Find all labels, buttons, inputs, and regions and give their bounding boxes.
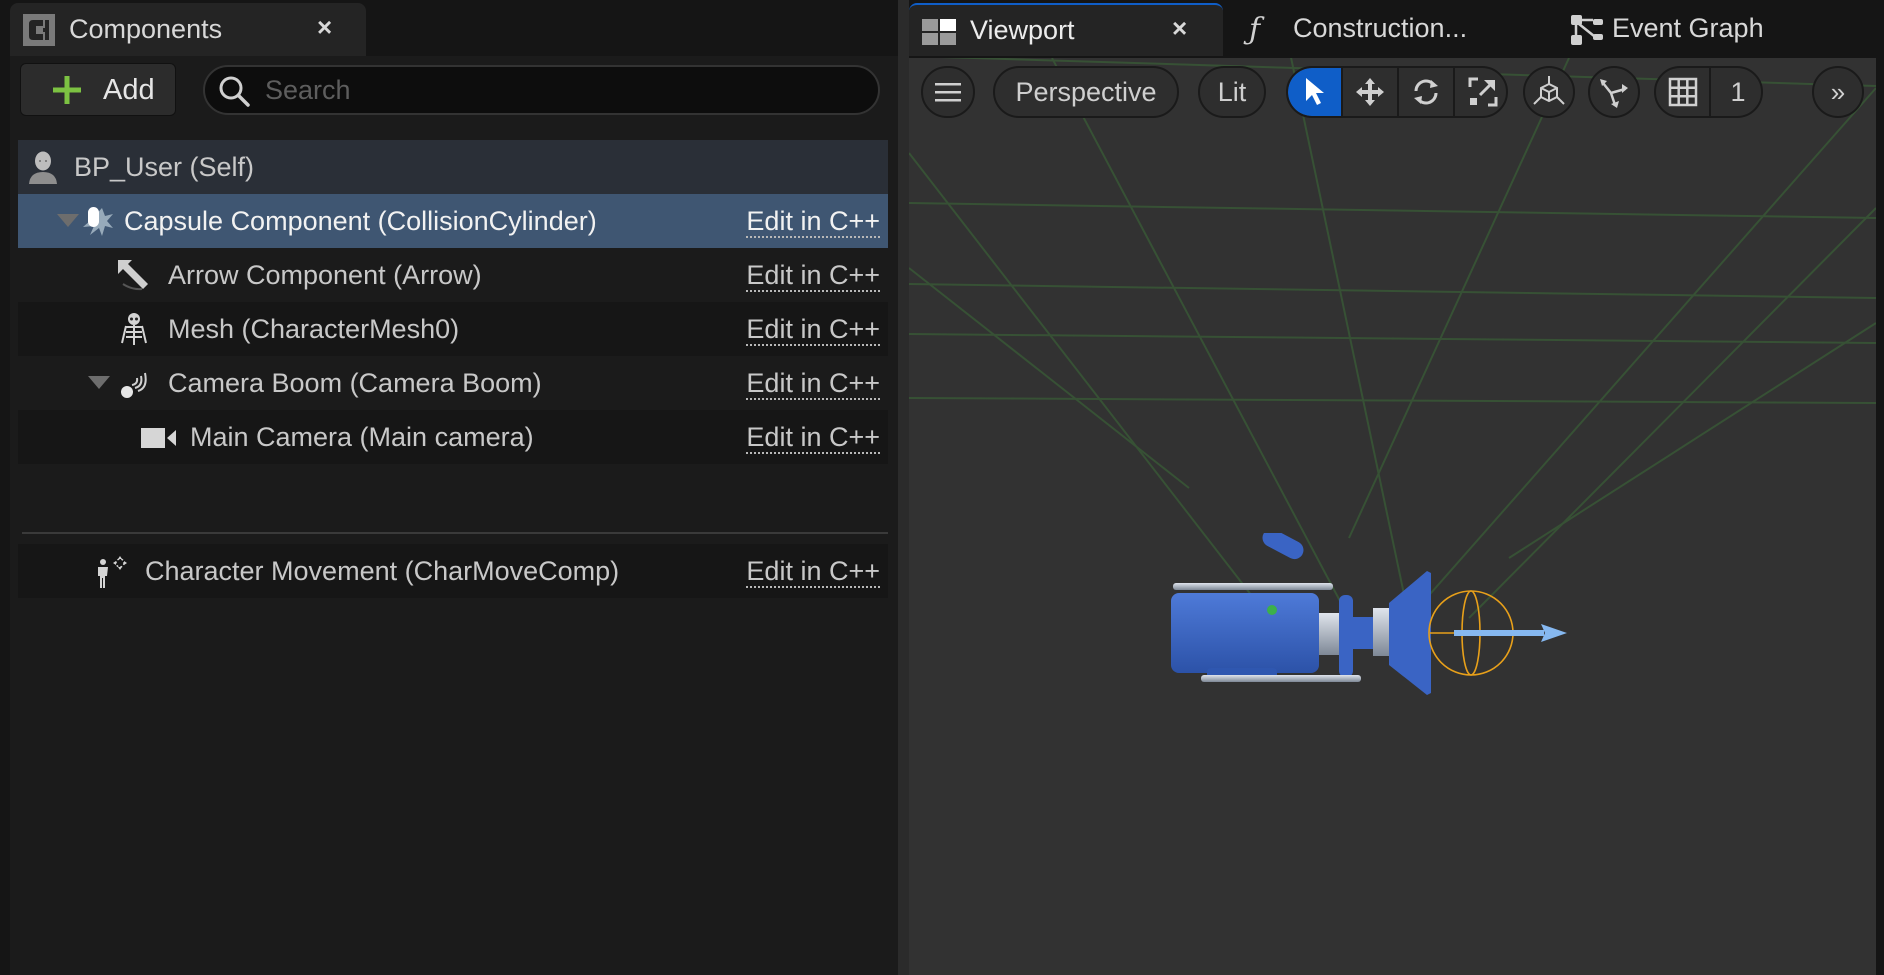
grid-snap-value: 1 xyxy=(1730,76,1746,107)
search-box[interactable] xyxy=(203,65,880,115)
view-mode-perspective-button[interactable]: Perspective xyxy=(993,66,1179,118)
components-toolbar: Add xyxy=(10,56,898,132)
edit-in-cpp-link[interactable]: Edit in C++ xyxy=(746,368,880,400)
skeletal-mesh-icon xyxy=(118,312,152,346)
panel-splitter[interactable] xyxy=(898,0,909,975)
viewport-grid xyxy=(909,58,1876,619)
viewport-canvas[interactable]: Perspective Lit 1 » xyxy=(909,58,1876,975)
tab-components-label: Components xyxy=(69,14,223,44)
edit-in-cpp-link[interactable]: Edit in C++ xyxy=(746,260,880,292)
event-graph-icon xyxy=(1571,15,1605,50)
expand-arrow-icon[interactable] xyxy=(57,214,79,227)
edit-in-cpp-link[interactable]: Edit in C++ xyxy=(746,206,880,238)
tab-viewport-label: Viewport xyxy=(970,15,1075,45)
editor-tab-bar: Viewport × ƒ Construction... Event Graph xyxy=(909,0,1884,58)
grid-snap-group: 1 xyxy=(1654,66,1763,118)
components-panel: Components × Add Search BP_User (Self) C… xyxy=(0,0,898,975)
grid-icon xyxy=(1668,77,1697,107)
capsule-icon xyxy=(80,204,114,238)
edit-in-cpp-link[interactable]: Edit in C++ xyxy=(746,556,880,588)
tree-separator xyxy=(22,532,888,534)
search-input[interactable] xyxy=(265,71,865,109)
forward-arrow-gizmo xyxy=(1454,624,1567,642)
add-component-button[interactable]: Add xyxy=(20,63,176,116)
camera-mesh-preview xyxy=(1171,533,1567,695)
close-tab-button[interactable]: × xyxy=(1172,13,1187,44)
camera-body xyxy=(1171,533,1431,695)
tab-components[interactable]: Components × xyxy=(10,3,366,56)
tab-event-graph-label: Event Graph xyxy=(1612,13,1764,43)
arrow-component-icon xyxy=(116,258,150,292)
scale-mode-button[interactable] xyxy=(1455,68,1506,116)
components-panel-body: Add BP_User (Self) xyxy=(10,56,898,975)
tree-row-main-camera[interactable]: Main Camera (Main camera) Edit in C++ xyxy=(18,410,888,464)
character-icon xyxy=(26,150,60,184)
right-edge-border xyxy=(1876,58,1884,975)
rotate-mode-button[interactable] xyxy=(1399,68,1455,116)
character-movement-icon xyxy=(94,554,128,588)
tree-row-character-movement[interactable]: Character Movement (CharMoveComp) Edit i… xyxy=(18,544,888,598)
grid-snap-value-dropdown[interactable]: 1 xyxy=(1711,68,1761,116)
expand-arrow-icon[interactable] xyxy=(88,376,110,389)
chevron-double-right-icon: » xyxy=(1830,76,1846,107)
viewport-options-button[interactable] xyxy=(921,66,975,118)
viewport-icon xyxy=(922,19,958,52)
tree-row-label: Mesh (CharacterMesh0) xyxy=(168,314,460,344)
close-tab-button[interactable]: × xyxy=(317,12,332,43)
surface-snap-icon xyxy=(1533,76,1565,105)
tab-viewport[interactable]: Viewport × xyxy=(909,3,1223,56)
tree-row-label: Arrow Component (Arrow) xyxy=(168,260,482,290)
spring-arm-icon xyxy=(118,366,152,400)
tree-row-arrow-component[interactable]: Arrow Component (Arrow) Edit in C++ xyxy=(18,248,888,302)
components-tab-bar: Components × xyxy=(0,0,898,56)
tree-row-self[interactable]: BP_User (Self) xyxy=(18,140,888,194)
select-mode-button[interactable] xyxy=(1288,68,1343,116)
add-button-label: Add xyxy=(103,74,155,106)
tab-construction-label: Construction... xyxy=(1293,13,1468,43)
tab-event-graph[interactable]: Event Graph xyxy=(1549,3,1849,56)
components-tab-icon xyxy=(23,14,55,51)
editor-panel: Viewport × ƒ Construction... Event Graph xyxy=(909,0,1884,975)
coordinate-space-button[interactable] xyxy=(1588,66,1640,118)
tree-row-mesh[interactable]: Mesh (CharacterMesh0) Edit in C++ xyxy=(18,302,888,356)
rotate-icon xyxy=(1414,79,1438,105)
scale-icon xyxy=(1468,77,1497,107)
search-icon xyxy=(217,74,251,108)
function-icon: ƒ xyxy=(1249,12,1261,47)
tree-row-capsule-component[interactable]: Capsule Component (CollisionCylinder) Ed… xyxy=(18,194,888,248)
tree-row-label: Capsule Component (CollisionCylinder) xyxy=(124,206,597,236)
coordinate-space-icon xyxy=(1600,79,1628,108)
lighting-mode-button[interactable]: Lit xyxy=(1198,66,1266,118)
plus-icon xyxy=(53,76,81,104)
tree-row-label: Camera Boom (Camera Boom) xyxy=(168,368,542,398)
surface-snapping-button[interactable] xyxy=(1523,66,1575,118)
tree-row-label: BP_User (Self) xyxy=(74,152,255,182)
tree-row-label: Character Movement (CharMoveComp) xyxy=(145,556,620,586)
grid-snap-toggle[interactable] xyxy=(1656,68,1711,116)
translate-icon xyxy=(1356,78,1384,106)
camera-icon xyxy=(140,420,176,454)
view-mode-label: Perspective xyxy=(1015,76,1157,107)
translate-mode-button[interactable] xyxy=(1343,68,1399,116)
hamburger-menu-icon xyxy=(935,83,961,102)
tree-row-label: Main Camera (Main camera) xyxy=(190,422,534,452)
tab-construction-script[interactable]: ƒ Construction... xyxy=(1223,3,1523,56)
select-cursor-icon xyxy=(1305,78,1324,105)
edit-in-cpp-link[interactable]: Edit in C++ xyxy=(746,422,880,454)
toolbar-overflow-button[interactable]: » xyxy=(1812,66,1864,118)
tree-row-camera-boom[interactable]: Camera Boom (Camera Boom) Edit in C++ xyxy=(18,356,888,410)
edit-in-cpp-link[interactable]: Edit in C++ xyxy=(746,314,880,346)
lighting-mode-label: Lit xyxy=(1217,76,1247,107)
transform-tools-group xyxy=(1286,66,1508,118)
